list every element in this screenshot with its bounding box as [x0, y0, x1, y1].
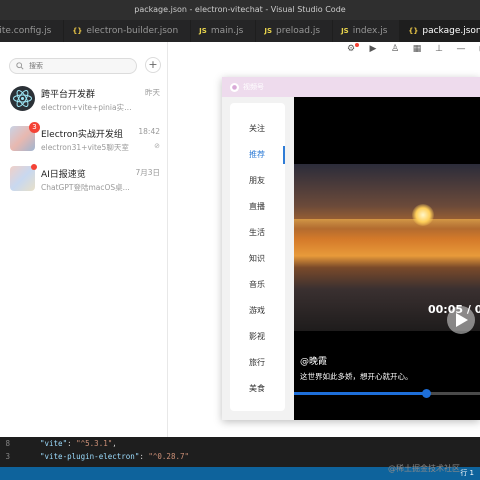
add-button[interactable]: + — [145, 57, 161, 73]
menu-item[interactable]: 朋友 — [230, 172, 285, 190]
video-player[interactable]: 00:05 / 00:1 @晚霞 这世界如此多娇，想开心就开心。 — [294, 97, 480, 420]
code-line: "vite": "^5.3.1", — [40, 439, 117, 448]
chat-message: electron+vite+pinia实战项目... — [41, 103, 137, 112]
watermark: @稀土掘金技术社区 — [388, 464, 460, 473]
app-toolbar: ⚙ ▶ ♙ ▦ ⊥ — ▢ — [345, 43, 480, 54]
menu-item[interactable]: 影视 — [230, 328, 285, 346]
search-input[interactable] — [29, 62, 129, 70]
editor-tabs: vite.config.js {}electron-builder.json J… — [0, 20, 480, 42]
unread-badge: 3 — [29, 122, 40, 133]
progress-bar[interactable] — [294, 389, 480, 398]
chat-item[interactable]: AI日报速览 ChatGPT登陆macOS桌... 7月3日 — [0, 160, 168, 200]
video-author[interactable]: @晚霞 — [300, 354, 327, 367]
menu-item[interactable]: 知识 — [230, 250, 285, 268]
video-time: 00:05 / 00:1 — [428, 303, 480, 316]
minimize-icon[interactable]: — — [455, 44, 467, 54]
menu-item[interactable]: 游戏 — [230, 302, 285, 320]
unread-dot — [31, 164, 37, 170]
sun-image — [412, 204, 434, 226]
menu-item[interactable]: 直播 — [230, 198, 285, 216]
tab-package-json[interactable]: {}package.json× — [400, 20, 480, 42]
avatar — [10, 166, 35, 191]
chat-message: ChatGPT登陆macOS桌... — [41, 183, 130, 192]
js-file-icon: JS — [199, 27, 207, 35]
chat-item[interactable]: 3 Electron实战开发组 electron31+vite5聊天室 18:4… — [0, 120, 168, 160]
cursor-position[interactable]: 行 1 — [460, 467, 474, 480]
js-file-icon: JS — [341, 27, 349, 35]
chat-message: electron31+vite5聊天室 — [41, 143, 129, 152]
progress-fill — [294, 392, 427, 395]
line-number: 8 — [5, 439, 10, 448]
tab-index-js[interactable]: JS index.js — [333, 20, 401, 42]
window-title: package.json - electron-vitechat - Visua… — [0, 0, 480, 20]
electron-chat-app: + 跨平台开发群 electron+vite+pinia实战项目... 昨天 3… — [0, 42, 480, 437]
menu-item[interactable]: 美食 — [230, 380, 285, 398]
notification-dot — [355, 43, 359, 47]
chat-time: 7月3日 — [135, 168, 160, 177]
menu-item[interactable]: 生活 — [230, 224, 285, 242]
js-file-icon: JS — [264, 27, 273, 35]
chat-item[interactable]: 跨平台开发群 electron+vite+pinia实战项目... 昨天 — [0, 80, 168, 120]
chat-name: Electron实战开发组 — [41, 130, 123, 140]
settings-icon[interactable]: ⚙ — [345, 43, 359, 54]
grid-icon[interactable]: ▦ — [411, 44, 423, 54]
chat-time: 昨天 — [145, 88, 160, 97]
menu-item[interactable]: 旅行 — [230, 354, 285, 372]
video-window-titlebar: ● 视频号 — [222, 77, 480, 97]
chat-time: 18:42 — [138, 127, 160, 136]
tab-electron-builder[interactable]: {} electron-builder.json — [64, 20, 192, 42]
video-description: 这世界如此多娇，想开心就开心。 — [300, 372, 413, 381]
progress-knob[interactable] — [422, 389, 432, 398]
tab-vite-config[interactable]: vite.config.js — [0, 20, 65, 42]
menu-item[interactable]: 关注 — [230, 120, 285, 138]
chat-sidebar: + 跨平台开发群 electron+vite+pinia实战项目... 昨天 3… — [0, 42, 168, 437]
avatar — [10, 86, 35, 111]
video-logo-icon: ● — [230, 82, 239, 92]
chat-name: AI日报速览 — [41, 170, 86, 180]
tab-main-js[interactable]: JS main.js — [191, 20, 257, 42]
chat-name: 跨平台开发群 — [41, 90, 96, 100]
mute-icon: ⊘ — [154, 142, 160, 150]
pin-icon[interactable]: ⊥ — [433, 44, 445, 54]
search-box[interactable] — [9, 58, 137, 74]
menu-item-active[interactable]: 推荐 — [230, 146, 285, 164]
json-file-icon: {} — [408, 27, 419, 35]
play-icon[interactable]: ▶ — [367, 44, 379, 54]
shirt-icon[interactable]: ♙ — [389, 44, 401, 54]
tab-preload-js[interactable]: JS preload.js — [256, 20, 334, 42]
search-icon — [16, 62, 24, 70]
video-window: ● 视频号 关注 推荐 朋友 直播 生活 知识 音乐 游戏 影视 旅行 美食 0… — [222, 77, 480, 420]
line-number: 3 — [5, 452, 10, 461]
category-menu: 关注 推荐 朋友 直播 生活 知识 音乐 游戏 影视 旅行 美食 — [230, 103, 285, 411]
menu-item[interactable]: 音乐 — [230, 276, 285, 294]
video-window-title: 视频号 — [243, 83, 264, 91]
code-line: "vite-plugin-electron": "^0.28.7" — [40, 452, 190, 461]
json-file-icon: {} — [72, 27, 83, 35]
